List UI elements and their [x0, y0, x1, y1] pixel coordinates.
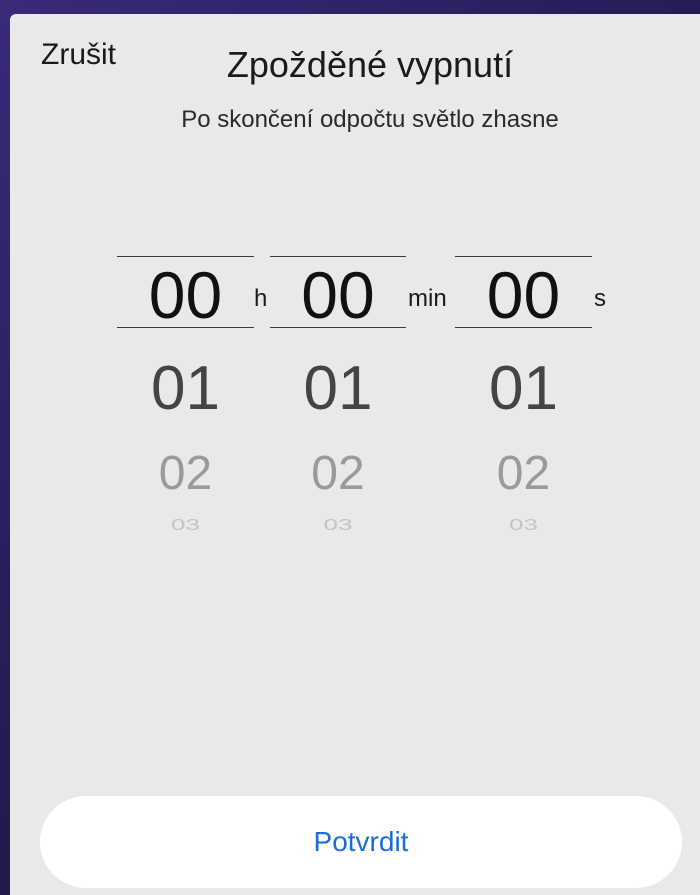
minutes-unit-label: min: [408, 285, 447, 312]
seconds-option[interactable]: 01: [455, 358, 592, 420]
minutes-option[interactable]: 02: [270, 450, 406, 498]
confirm-button[interactable]: Potvrdit: [40, 796, 682, 888]
seconds-top-divider: [455, 256, 592, 257]
seconds-unit-label: s: [594, 285, 606, 312]
delayed-off-sheet: Zrušit Zpožděné vypnutí Po skončení odpo…: [10, 14, 700, 895]
hours-option[interactable]: 01: [117, 358, 254, 420]
seconds-option[interactable]: 03: [455, 517, 592, 533]
hours-top-divider: [117, 256, 254, 257]
minutes-option[interactable]: 01: [270, 358, 406, 420]
seconds-selected-value[interactable]: 00: [455, 262, 592, 328]
minutes-top-divider: [270, 256, 406, 257]
minutes-selected-value[interactable]: 00: [270, 262, 406, 328]
hours-selected-value[interactable]: 00: [117, 262, 254, 328]
hours-option[interactable]: 02: [117, 450, 254, 498]
page-title: Zpožděné vypnutí: [226, 44, 514, 85]
minutes-option[interactable]: 03: [270, 517, 406, 533]
hours-option[interactable]: 03: [117, 517, 254, 533]
page-subtitle: Po skončení odpočtu světlo zhasne: [181, 106, 559, 133]
hours-unit-label: h: [254, 285, 268, 312]
seconds-option[interactable]: 02: [455, 450, 592, 498]
